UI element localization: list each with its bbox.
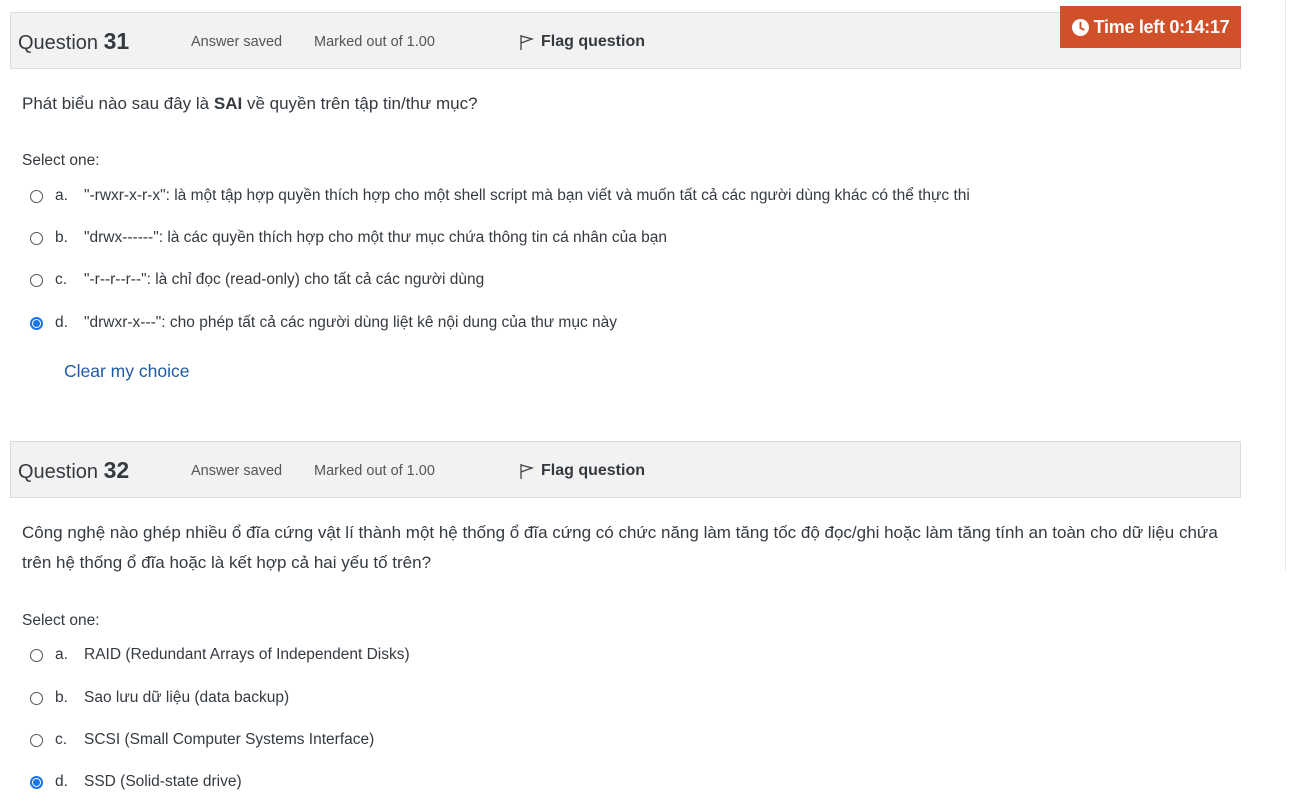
question-32-state: Answer saved (191, 463, 283, 479)
question-number: 32 (103, 457, 130, 483)
time-left-text: Time left 0:14:17 (1093, 16, 1230, 37)
radio-button[interactable] (30, 733, 43, 747)
option-letter: a. (55, 187, 68, 204)
option-letter: c. (55, 271, 68, 288)
option-letter: d. (55, 314, 68, 331)
question-32-option-c[interactable]: c. SCSI (Small Computer Systems Interfac… (30, 728, 374, 752)
option-letter: b. (55, 229, 68, 246)
option-text: Sao lưu dữ liệu (data backup) (84, 689, 290, 706)
option-text: RAID (Redundant Arrays of Independent Di… (84, 646, 410, 663)
radio-button-selected[interactable] (30, 316, 43, 330)
question-label: Question (18, 461, 99, 483)
question-31-option-c[interactable]: c. "-r--r--r--": là chỉ đọc (read-only) … (30, 268, 484, 292)
flag-icon (520, 464, 535, 479)
question-31-grade: Marked out of 1.00 (314, 34, 435, 50)
radio-button[interactable] (30, 691, 43, 705)
radio-button[interactable] (30, 648, 43, 662)
radio-button[interactable] (30, 273, 43, 287)
flag-label: Flag question (541, 33, 645, 50)
question-32-option-b[interactable]: b. Sao lưu dữ liệu (data backup) (30, 686, 289, 710)
option-letter: c. (55, 731, 68, 748)
flag-icon (520, 35, 535, 50)
question-label: Question (18, 32, 99, 54)
question-32-header: Question 32 Answer saved Marked out of 1… (10, 441, 1241, 498)
question-text-emphasis: SAI (213, 94, 243, 113)
flag-label: Flag question (541, 462, 645, 479)
question-text-part: về quyền trên tập tin/thư mục? (242, 94, 478, 113)
question-31-number: Question 31 (18, 28, 129, 55)
option-text: "drwx------": là các quyền thích hợp cho… (84, 229, 667, 246)
question-32-option-d[interactable]: d. SSD (Solid-state drive) (30, 770, 242, 794)
clear-my-choice-link[interactable]: Clear my choice (64, 361, 189, 382)
question-32-grade: Marked out of 1.00 (314, 463, 435, 479)
time-left-badge: Time left 0:14:17 (1060, 6, 1241, 48)
radio-button[interactable] (30, 189, 43, 203)
question-31-option-d[interactable]: d. "drwxr-x---": cho phép tất cả các ngư… (30, 311, 617, 335)
flag-question-32-button[interactable]: Flag question (519, 462, 645, 480)
question-32-option-a[interactable]: a. RAID (Redundant Arrays of Independent… (30, 643, 410, 667)
question-text-part: Phát biểu nào sau đây là (22, 94, 214, 113)
question-32-number: Question 32 (18, 457, 129, 484)
question-31-text: Phát biểu nào sau đây là SAI về quyền tr… (22, 89, 1232, 119)
option-text: "-r--r--r--": là chỉ đọc (read-only) cho… (84, 271, 485, 288)
option-letter: b. (55, 689, 68, 706)
flag-question-31-button[interactable]: Flag question (519, 33, 645, 51)
question-31-option-a[interactable]: a. "-rwxr-x-r-x": là một tập hợp quyền t… (30, 184, 970, 208)
option-text: SCSI (Small Computer Systems Interface) (84, 731, 375, 748)
radio-button-selected[interactable] (30, 775, 43, 789)
question-31-header: Question 31 Answer saved Marked out of 1… (10, 12, 1241, 69)
option-text: SSD (Solid-state drive) (84, 773, 242, 790)
option-letter: d. (55, 773, 68, 790)
question-31-state: Answer saved (191, 34, 283, 50)
question-31-option-b[interactable]: b. "drwx------": là các quyền thích hợp … (30, 226, 667, 250)
question-number: 31 (103, 28, 130, 54)
clock-icon (1071, 18, 1089, 36)
radio-button[interactable] (30, 231, 43, 245)
option-text: "drwxr-x---": cho phép tất cả các người … (84, 314, 618, 331)
option-text: "-rwxr-x-r-x": là một tập hợp quyền thíc… (84, 187, 970, 204)
select-one-label: Select one: (22, 152, 100, 169)
scroll-divider (1285, 0, 1286, 570)
select-one-label: Select one: (22, 612, 100, 629)
question-32-text: Công nghệ nào ghép nhiều ổ đĩa cứng vật … (22, 523, 1218, 572)
option-letter: a. (55, 646, 68, 663)
